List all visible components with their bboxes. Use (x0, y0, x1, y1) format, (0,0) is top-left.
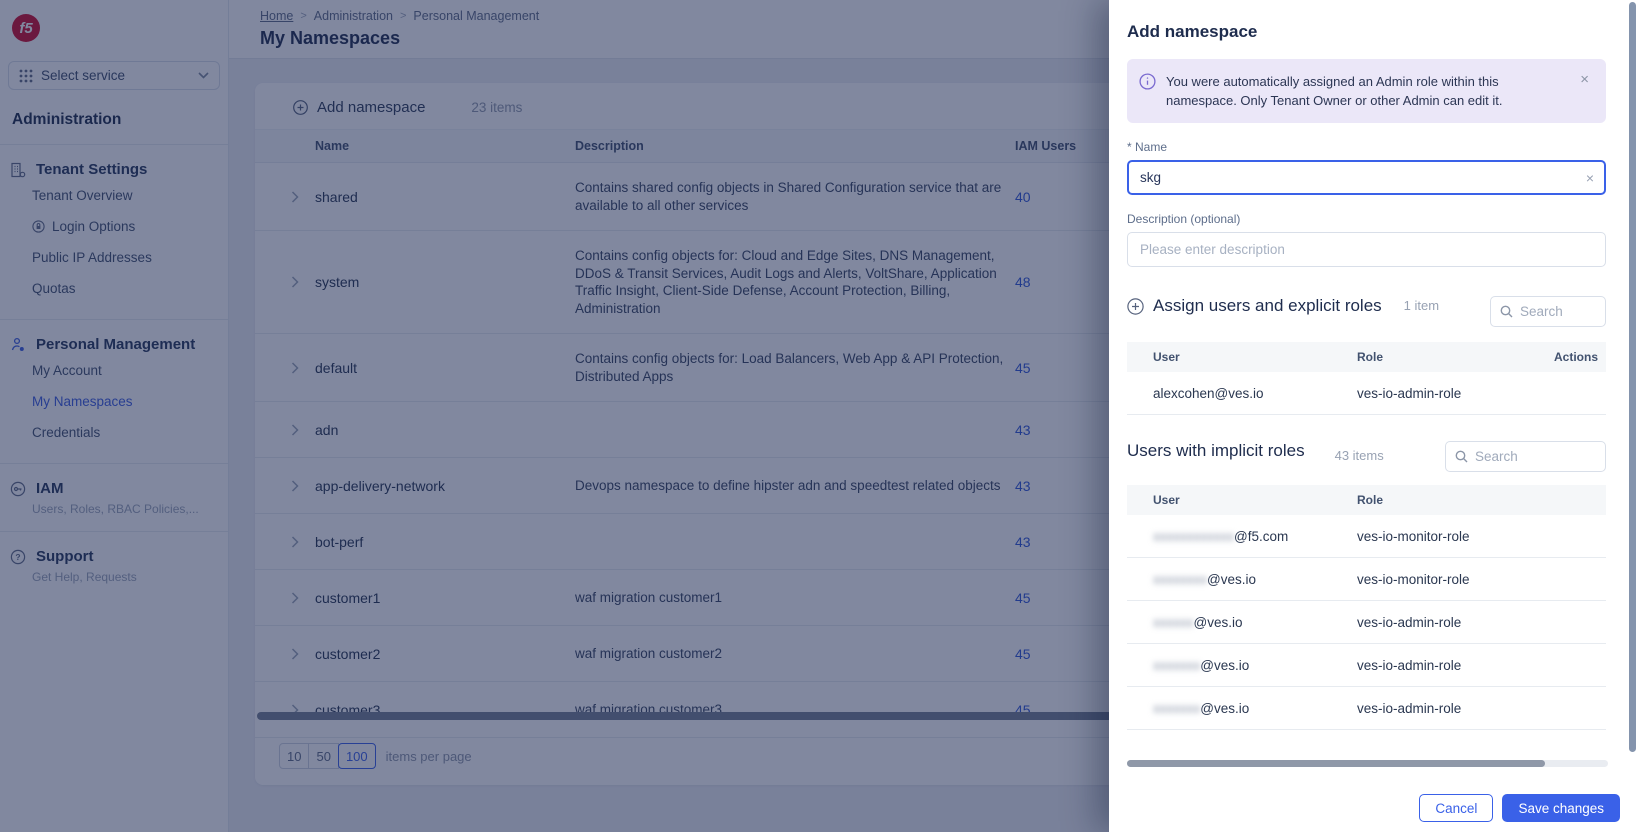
description-field-label: Description (optional) (1127, 212, 1606, 226)
implicit-role-row: xxxxxxx@ves.io ves-io-admin-role (1127, 687, 1606, 730)
user-email: xxxxxxxx@ves.io (1127, 572, 1357, 587)
column-header-user: User (1127, 350, 1357, 364)
explicit-role-row: alexcohen@ves.io ves-io-admin-role (1127, 372, 1606, 415)
user-role: ves-io-admin-role (1357, 615, 1606, 630)
drawer-vertical-scrollbar[interactable] (1629, 2, 1636, 752)
redacted-username: xxxxxx (1153, 615, 1194, 630)
implicit-roles-count: 43 items (1335, 447, 1384, 464)
explicit-roles-search-input[interactable] (1520, 304, 1596, 319)
redacted-username: xxxxxxxx (1153, 572, 1207, 587)
drawer-body: Add namespace You were automatically ass… (1109, 0, 1637, 730)
banner-close-icon[interactable]: × (1576, 72, 1593, 87)
user-domain: @ves.io (1200, 701, 1249, 716)
implicit-roles-table: User Role xxxxxxxxxxxx@f5.com ves-io-mon… (1127, 485, 1606, 730)
add-namespace-drawer: Add namespace You were automatically ass… (1109, 0, 1637, 832)
redacted-username: xxxxxxxxxxxx (1153, 529, 1234, 544)
search-icon (1455, 450, 1468, 463)
name-field-label: * Name (1127, 140, 1606, 154)
drawer-horizontal-scrollbar (1127, 760, 1608, 767)
info-banner: You were automatically assigned an Admin… (1127, 59, 1606, 123)
implicit-roles-search (1445, 441, 1606, 472)
redacted-username: xxxxxxx (1153, 701, 1200, 716)
explicit-roles-table: User Role Actions alexcohen@ves.io ves-i… (1127, 342, 1606, 415)
user-role: ves-io-monitor-role (1357, 572, 1606, 587)
implicit-roles-section-header: Users with implicit roles 43 items (1127, 441, 1606, 472)
clear-name-icon[interactable]: × (1586, 170, 1594, 186)
implicit-roles-search-input[interactable] (1475, 449, 1596, 464)
user-domain: @f5.com (1234, 529, 1288, 544)
column-header-role: Role (1357, 493, 1606, 507)
name-field-wrap: × (1127, 160, 1606, 195)
drawer-footer: Cancel Save changes (1109, 784, 1637, 832)
drawer-title: Add namespace (1127, 22, 1606, 42)
user-domain: @ves.io (1194, 615, 1243, 630)
description-field-wrap (1127, 232, 1606, 267)
redacted-username: xxxxxxx (1153, 658, 1200, 673)
implicit-role-row: xxxxxxxx@ves.io ves-io-monitor-role (1127, 558, 1606, 601)
user-domain: @ves.io (1200, 658, 1249, 673)
drawer-horizontal-scrollbar-thumb[interactable] (1127, 760, 1545, 767)
search-icon (1500, 305, 1513, 318)
banner-text: You were automatically assigned an Admin… (1166, 72, 1566, 110)
column-header-role: Role (1357, 350, 1540, 364)
user-email: xxxxxx@ves.io (1127, 615, 1357, 630)
user-email: xxxxxxxxxxxx@f5.com (1127, 529, 1357, 544)
implicit-table-header: User Role (1127, 485, 1606, 515)
save-changes-button[interactable]: Save changes (1502, 794, 1620, 822)
add-user-plus-circle-icon[interactable] (1127, 298, 1144, 315)
app-root: f5 Select service Administration Tenant … (0, 0, 1637, 832)
user-role: ves-io-monitor-role (1357, 529, 1606, 544)
user-email: alexcohen@ves.io (1127, 386, 1357, 401)
explicit-roles-search (1490, 296, 1606, 327)
explicit-roles-section-header: Assign users and explicit roles 1 item (1127, 296, 1606, 327)
user-email: xxxxxxx@ves.io (1127, 658, 1357, 673)
user-domain: @ves.io (1207, 572, 1256, 587)
implicit-role-row: xxxxxx@ves.io ves-io-admin-role (1127, 601, 1606, 644)
explicit-table-header: User Role Actions (1127, 342, 1606, 372)
implicit-roles-heading: Users with implicit roles (1127, 441, 1305, 461)
explicit-roles-heading: Assign users and explicit roles (1153, 296, 1382, 316)
description-input[interactable] (1127, 232, 1606, 267)
cancel-button[interactable]: Cancel (1419, 794, 1493, 822)
info-icon (1139, 73, 1156, 90)
user-email: xxxxxxx@ves.io (1127, 701, 1357, 716)
implicit-role-row: xxxxxxx@ves.io ves-io-admin-role (1127, 644, 1606, 687)
column-header-actions: Actions (1540, 350, 1606, 364)
column-header-user: User (1127, 493, 1357, 507)
user-role: ves-io-admin-role (1357, 386, 1540, 401)
implicit-role-row: xxxxxxxxxxxx@f5.com ves-io-monitor-role (1127, 515, 1606, 558)
user-role: ves-io-admin-role (1357, 658, 1606, 673)
user-role: ves-io-admin-role (1357, 701, 1606, 716)
name-input[interactable] (1127, 160, 1606, 195)
explicit-roles-count: 1 item (1404, 297, 1440, 314)
